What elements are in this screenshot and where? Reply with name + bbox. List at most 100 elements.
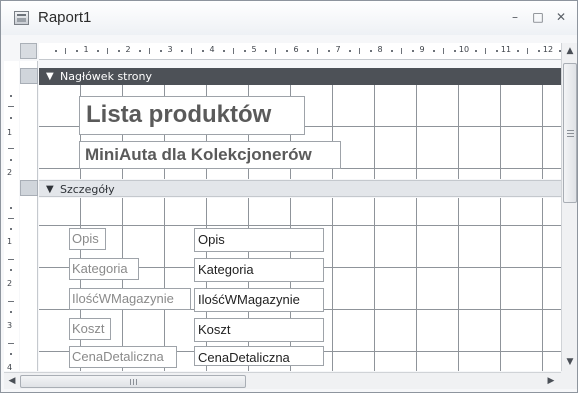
ruler-tick [453,50,456,52]
ruler-number: 6 [293,45,299,54]
detail-section-label: Szczegóły [60,183,115,196]
ruler-tick [8,218,14,219]
detail-selector[interactable] [20,180,38,196]
minimize-icon[interactable]: – [506,9,524,25]
ruler-tick [222,50,225,52]
ruler-number: 3 [7,321,13,330]
ruler-number: 1 [83,45,89,54]
section-arrow-icon: ▼ [46,184,54,195]
ruler-number: 10 [458,45,470,54]
close-icon[interactable]: ✕ [552,9,570,25]
ruler-tick [10,95,12,97]
ruler-tick [537,50,540,52]
field-label-opis[interactable]: Opis [69,228,106,250]
grip-line [133,379,134,385]
ruler-tick [285,50,288,52]
title-bar[interactable]: Raport1 – □ ✕ [1,1,577,35]
ruler-number: 9 [419,45,425,54]
ruler-number: 12 [542,45,554,54]
ruler-tick [8,259,14,260]
ruler-tick [327,50,330,52]
vertical-scroll-thumb[interactable] [563,63,577,203]
ruler-tick [10,228,12,230]
field-label-kategoria[interactable]: Kategoria [69,258,139,280]
ruler-tick [275,48,276,54]
ruler-tick [359,48,360,54]
ruler-tick [516,50,519,52]
ruler-tick [10,353,12,355]
ruler-tick [10,117,12,119]
report-subtitle-label[interactable]: MiniAuta dla Kolekcjonerów [79,141,341,169]
ruler-tick [527,48,528,54]
ruler-tick [10,159,12,161]
horizontal-scrollbar[interactable]: ◀ ▶ [4,372,561,389]
ruler-number: 1 [7,237,13,246]
detail-section-bar[interactable]: ▼ Szczegóły [39,180,561,197]
field-textbox-ilosc[interactable]: IlośćWMagazynie [194,288,324,312]
ruler-tick [54,50,57,52]
page-header-selector[interactable] [20,68,38,84]
ruler-tick [8,106,14,107]
ruler-tick [8,148,14,149]
grip-line [567,133,574,134]
ruler-tick [10,311,12,313]
grip-line [567,130,574,131]
horizontal-scroll-thumb[interactable] [20,375,246,388]
ruler-tick [8,301,14,302]
ruler-tick [191,48,192,54]
ruler-tick [495,50,498,52]
vertical-ruler[interactable]: 1 2 1 2 3 4 [4,61,19,372]
ruler-tick [432,50,435,52]
scroll-right-icon[interactable]: ▶ [544,374,558,388]
report-title-label[interactable]: Lista produktów [79,96,305,135]
ruler-tick [317,48,318,54]
ruler-number: 11 [500,45,512,54]
field-label-koszt[interactable]: Koszt [69,318,111,340]
report-design-window: Raport1 – □ ✕ 1 2 3 4 5 6 7 8 9 10 11 12 121234 ▼ N… [0,0,578,393]
ruler-tick [443,48,444,54]
ruler-number: 3 [167,45,173,54]
ruler-tick [348,50,351,52]
field-label-cena[interactable]: CenaDetaliczna [69,346,177,368]
field-textbox-kategoria[interactable]: Kategoria [194,258,324,282]
field-textbox-opis[interactable]: Opis [194,228,324,252]
scroll-down-icon[interactable]: ▼ [563,355,577,369]
ruler-tick [201,50,204,52]
ruler-tick [180,50,183,52]
restore-icon[interactable]: □ [529,9,547,25]
report-selector[interactable] [20,43,37,59]
ruler-tick [411,50,414,52]
ruler-tick [138,50,141,52]
page-header-section-label: Nagłówek strony [60,70,152,83]
vertical-scrollbar[interactable]: ▲ ▼ [561,43,577,371]
section-arrow-icon: ▼ [46,71,54,82]
section-selector-column [20,61,38,371]
ruler-tick [369,50,372,52]
scroll-left-icon[interactable]: ◀ [5,374,19,388]
ruler-number: 8 [377,45,383,54]
scroll-up-icon[interactable]: ▲ [563,44,577,58]
grip-line [567,136,574,137]
ruler-number: 4 [209,45,215,54]
ruler-tick [401,48,402,54]
ruler-tick [233,48,234,54]
ruler-number: 5 [251,45,257,54]
ruler-tick [264,50,267,52]
ruler-tick [75,50,78,52]
grip-line [130,379,131,385]
field-label-ilosc[interactable]: IlośćWMagazynie [69,288,191,310]
grip-line [136,379,137,385]
page-header-section-bar[interactable]: ▼ Nagłówek strony [39,68,561,85]
ruler-tick [243,50,246,52]
ruler-tick [474,50,477,52]
size-box [561,371,577,389]
field-textbox-koszt[interactable]: Koszt [194,318,324,342]
field-textbox-cena[interactable]: CenaDetaliczna [194,346,324,366]
ruler-number: 2 [7,168,13,177]
ruler-tick [96,50,99,52]
horizontal-ruler[interactable]: 1 2 3 4 5 6 7 8 9 10 11 12 [39,43,561,60]
ruler-tick [390,50,393,52]
ruler-tick [65,48,66,54]
ruler-tick [485,48,486,54]
ruler-number: 4 [7,363,13,372]
